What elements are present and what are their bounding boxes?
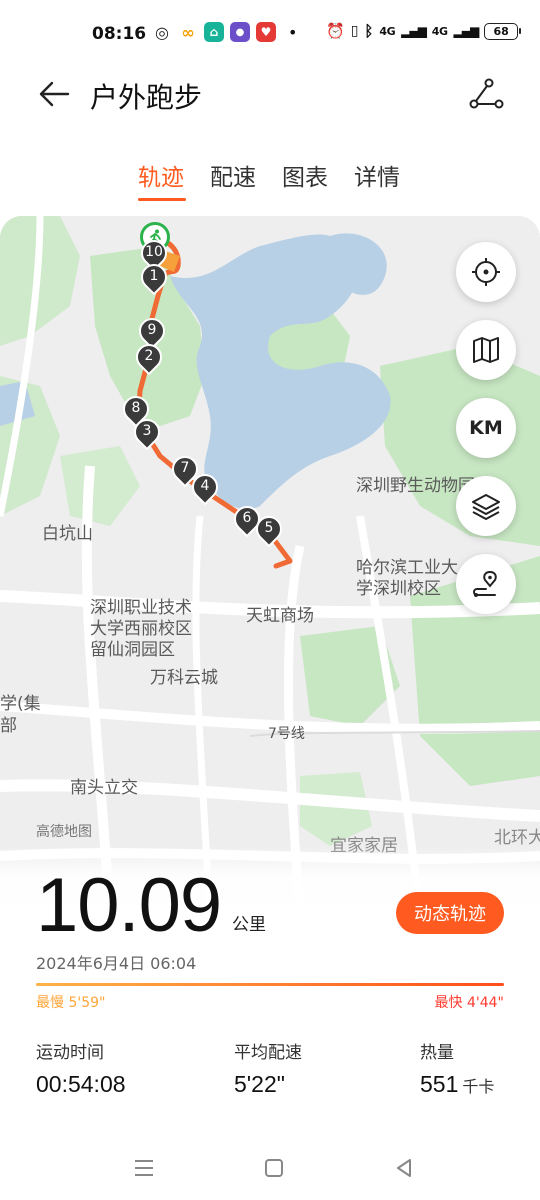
status-time: 08:16 (92, 24, 147, 44)
pace-gradient-bar (36, 983, 504, 986)
calories-unit: 千卡 (462, 1079, 495, 1096)
tab-active-indicator (138, 198, 186, 201)
header: 户外跑步 (0, 68, 540, 124)
map-label-nantou: 南头立交 (70, 778, 138, 798)
page-title: 户外跑步 (90, 81, 203, 114)
stat-calories: 热量 551 千卡 (420, 1038, 494, 1098)
vibrate-icon: ▯ (350, 23, 359, 39)
back-triangle-icon (397, 1159, 411, 1177)
stat-value: 551 千卡 (420, 1071, 495, 1097)
system-nav-bar (0, 1136, 540, 1200)
fastest-pace: 最快 4'44" (434, 995, 504, 1011)
bluetooth-icon: ᛒ (364, 22, 374, 40)
stat-label: 热量 (420, 1043, 454, 1063)
slowest-pace: 最慢 5'59" (36, 995, 106, 1011)
menu-nav-button[interactable] (126, 1154, 162, 1182)
map-label-xue: 学(集 (0, 694, 41, 714)
summary-panel: 10.09 公里 动态轨迹 2024年6月4日 06:04 最慢 5'59" 最… (0, 846, 540, 1136)
tab-track[interactable]: 轨迹 (138, 158, 184, 192)
tab-bar: 轨迹 配速 图表 详情 (0, 158, 540, 208)
map-icon (473, 337, 499, 363)
map-type-button[interactable] (456, 320, 516, 380)
back-nav-button[interactable] (386, 1154, 422, 1182)
ring-app-icon: ∞ (178, 22, 198, 42)
signal-icon-1: ▂▄▆ (401, 24, 427, 38)
battery-icon: 68 (484, 22, 522, 40)
locate-icon (472, 258, 500, 286)
distance-unit: 公里 (232, 915, 266, 935)
status-right: ⏰ ▯ ᛒ 4G ▂▄▆ 4G ▂▄▆ 68 (326, 22, 522, 40)
menu-icon (135, 1160, 153, 1176)
stat-value: 5'22" (234, 1071, 285, 1097)
locate-button[interactable] (456, 242, 516, 302)
dot-icon: • (288, 22, 298, 42)
tab-details[interactable]: 详情 (354, 158, 400, 192)
status-bar: 08:16 ◎ ∞ ⌂ ● ♥ • ⏰ ▯ ᛒ 4G ▂▄▆ 4G ▂▄▆ 68 (0, 0, 540, 68)
map-label-tianhong: 天虹商场 (246, 606, 314, 626)
workout-datetime: 2024年6月4日 06:04 (36, 954, 197, 973)
tab-pace[interactable]: 配速 (210, 158, 256, 192)
route-point-button[interactable] (456, 554, 516, 614)
stat-avg-pace: 平均配速 5'22" (234, 1038, 302, 1098)
stat-label: 平均配速 (234, 1043, 302, 1063)
map-label-vanke: 万科云城 (150, 668, 218, 688)
status-app-icons: ◎ ∞ ⌂ ● ♥ • (152, 22, 297, 42)
km-label: KM (469, 417, 503, 439)
tab-chart[interactable]: 图表 (282, 158, 328, 192)
map-label-baikeng: 白坑山 (42, 524, 93, 544)
stat-duration: 运动时间 00:54:08 (36, 1038, 126, 1098)
map-label-college: 深圳职业技术大学西丽校区留仙洞园区 (90, 598, 192, 660)
km-marker[interactable]: 2 (130, 338, 168, 376)
route-share-button[interactable] (464, 74, 508, 114)
km-marker[interactable]: 5 (250, 510, 288, 548)
km-marker[interactable]: 4 (186, 468, 224, 506)
stat-value: 00:54:08 (36, 1071, 126, 1097)
map-label-hit: 哈尔滨工业大学深圳校区 (356, 558, 458, 599)
map-label-gaode: 高德地图 (36, 824, 92, 840)
route-icon (469, 78, 504, 109)
home-nav-button[interactable] (256, 1154, 292, 1182)
network-4g-2: 4G (431, 24, 448, 38)
red-app-icon: ♥ (256, 22, 276, 42)
home-square-icon (265, 1159, 283, 1177)
map-label-line7: 7号线 (268, 726, 305, 742)
km-marker[interactable]: 3 (128, 413, 166, 451)
network-4g-1: 4G (379, 24, 396, 38)
home-app-icon: ⌂ (204, 22, 224, 42)
layers-button[interactable] (456, 476, 516, 536)
route-map[interactable]: 10 1 9 2 8 3 7 4 6 5 深圳野生动物园 白坑山 哈尔滨工业大学… (0, 216, 540, 916)
badge-app-icon: ● (230, 22, 250, 42)
km-marker[interactable]: 1 (135, 258, 173, 296)
stat-label: 运动时间 (36, 1043, 104, 1063)
signal-icon-2: ▂▄▆ (453, 24, 479, 38)
km-toggle-button[interactable]: KM (456, 398, 516, 458)
back-arrow-icon (39, 81, 70, 107)
distance-value: 10.09 (36, 863, 222, 948)
map-label-zoo: 深圳野生动物园 (356, 476, 475, 496)
alarm-icon: ⏰ (326, 22, 345, 40)
route-pin-icon (473, 570, 497, 597)
back-button[interactable] (34, 74, 74, 114)
map-label-bu: 部 (0, 716, 17, 736)
target-app-icon: ◎ (152, 22, 172, 42)
dynamic-track-button[interactable]: 动态轨迹 (396, 892, 504, 934)
layers-icon (472, 494, 500, 520)
